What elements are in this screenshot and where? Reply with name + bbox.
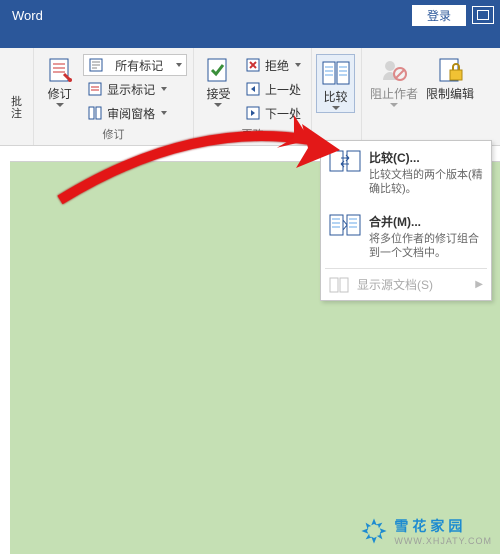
show-source-icon bbox=[329, 277, 349, 293]
show-markup-label: 显示标记 bbox=[107, 81, 155, 98]
reviewing-pane-label: 审阅窗格 bbox=[107, 105, 155, 122]
all-markup-select[interactable]: 所有标记 bbox=[83, 54, 187, 76]
reviewing-pane-button[interactable]: 审阅窗格 bbox=[83, 102, 187, 124]
dropdown-caret-icon bbox=[390, 103, 398, 107]
ribbon-group-protect: 阻止作者 限制编辑 bbox=[362, 48, 500, 145]
track-changes-icon bbox=[44, 54, 76, 86]
reject-button[interactable]: 拒绝 bbox=[241, 54, 305, 76]
compare-docs-icon bbox=[329, 149, 361, 173]
ribbon-group-label bbox=[0, 128, 33, 145]
title-bar: Word 登录 bbox=[0, 0, 500, 30]
chevron-down-icon bbox=[176, 63, 182, 67]
app-title: Word bbox=[6, 8, 412, 23]
compare-dropdown-menu: 比较(C)... 比较文档的两个版本(精确比较)。 合并(M)... 将多位作者… bbox=[320, 140, 492, 301]
restrict-editing-label: 限制编辑 bbox=[426, 88, 474, 101]
show-markup-icon bbox=[87, 81, 103, 97]
reject-label: 拒绝 bbox=[265, 57, 289, 74]
ribbon-tab-strip bbox=[0, 30, 500, 48]
dropdown-caret-icon bbox=[332, 106, 340, 110]
compare-label: 比较 bbox=[323, 91, 347, 104]
previous-change-button[interactable]: 上一处 bbox=[241, 78, 305, 100]
next-change-button[interactable]: 下一处 bbox=[241, 102, 305, 124]
watermark-text-cn: 雪花家园 bbox=[394, 516, 492, 536]
chevron-right-icon: ▶ bbox=[475, 279, 483, 290]
block-authors-icon bbox=[378, 54, 410, 86]
next-label: 下一处 bbox=[265, 105, 301, 122]
comments-button-label: 批注 bbox=[6, 96, 27, 120]
ribbon-group-tracking: 修订 所有标记 显示标记 审阅窗格 bbox=[34, 48, 194, 145]
menu-item-show-source: 显示源文档(S) ▶ bbox=[321, 269, 491, 300]
accept-icon bbox=[202, 54, 234, 86]
menu-compare-desc: 比较文档的两个版本(精确比较)。 bbox=[369, 168, 483, 197]
accept-button[interactable]: 接受 bbox=[200, 52, 237, 107]
next-icon bbox=[245, 105, 261, 121]
menu-merge-desc: 将多位作者的修订组合到一个文档中。 bbox=[369, 232, 483, 261]
ribbon-display-options-icon[interactable] bbox=[472, 6, 494, 24]
chevron-down-icon bbox=[161, 111, 167, 115]
block-authors-button[interactable]: 阻止作者 bbox=[368, 52, 420, 107]
comments-button[interactable]: 批注 bbox=[6, 52, 27, 120]
watermark-text-en: WWW.XHJATY.COM bbox=[394, 536, 492, 546]
dropdown-caret-icon bbox=[56, 103, 64, 107]
merge-docs-icon bbox=[329, 213, 361, 237]
changes-options-stack: 拒绝 上一处 下一处 bbox=[241, 52, 305, 124]
watermark: 雪花家园 WWW.XHJATY.COM bbox=[360, 516, 492, 546]
ribbon-group-label: 修订 bbox=[34, 124, 193, 145]
menu-merge-title: 合并(M)... bbox=[369, 213, 483, 230]
chevron-down-icon bbox=[295, 63, 301, 67]
compare-icon bbox=[320, 57, 352, 89]
restrict-editing-icon bbox=[434, 54, 466, 86]
menu-item-merge[interactable]: 合并(M)... 将多位作者的修订组合到一个文档中。 bbox=[321, 205, 491, 269]
tracking-options-stack: 所有标记 显示标记 审阅窗格 bbox=[83, 52, 187, 124]
chevron-down-icon bbox=[161, 87, 167, 91]
accept-label: 接受 bbox=[206, 88, 230, 101]
all-markup-label: 所有标记 bbox=[115, 57, 163, 74]
ribbon-group-label: 更改 bbox=[194, 124, 311, 145]
ribbon: 批注 修订 所有标记 显示标记 bbox=[0, 48, 500, 146]
title-bar-controls: 登录 bbox=[412, 5, 494, 26]
markup-icon bbox=[88, 57, 104, 73]
ribbon-group-comments: 批注 bbox=[0, 48, 34, 145]
menu-compare-title: 比较(C)... bbox=[369, 149, 483, 166]
menu-show-source-label: 显示源文档(S) bbox=[357, 276, 433, 293]
track-changes-button[interactable]: 修订 bbox=[40, 52, 79, 107]
previous-label: 上一处 bbox=[265, 81, 301, 98]
reviewing-pane-icon bbox=[87, 105, 103, 121]
login-button[interactable]: 登录 bbox=[412, 5, 466, 26]
reject-icon bbox=[245, 57, 261, 73]
previous-icon bbox=[245, 81, 261, 97]
menu-item-compare[interactable]: 比较(C)... 比较文档的两个版本(精确比较)。 bbox=[321, 141, 491, 205]
track-changes-label: 修订 bbox=[48, 88, 72, 101]
dropdown-caret-icon bbox=[214, 103, 222, 107]
restrict-editing-button[interactable]: 限制编辑 bbox=[424, 52, 476, 101]
ribbon-group-compare: 比较 bbox=[312, 48, 362, 145]
ribbon-group-changes: 接受 拒绝 上一处 下一处 更改 bbox=[194, 48, 312, 145]
compare-button[interactable]: 比较 bbox=[316, 54, 355, 113]
show-markup-button[interactable]: 显示标记 bbox=[83, 78, 187, 100]
watermark-logo-icon bbox=[360, 517, 388, 545]
block-authors-label: 阻止作者 bbox=[370, 88, 418, 101]
